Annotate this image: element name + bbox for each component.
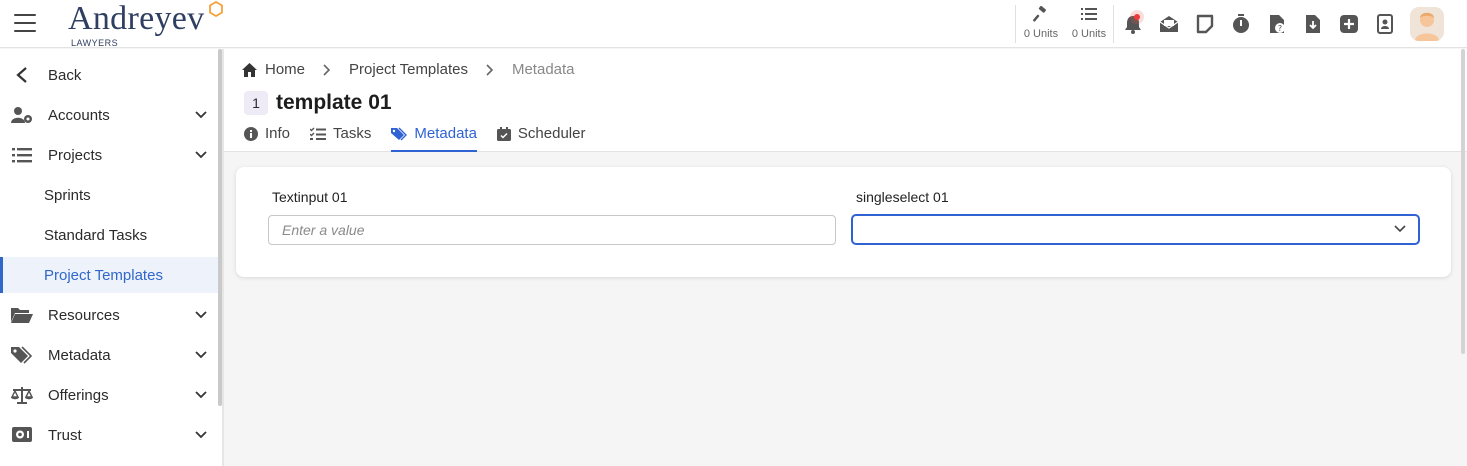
sidebar-item-accounts[interactable]: Accounts [0, 97, 218, 133]
units-gavel[interactable]: 0 Units [1018, 6, 1064, 40]
plus-square-icon[interactable] [1338, 13, 1360, 35]
chevron-down-icon[interactable] [194, 108, 208, 122]
sidebar: Back Accounts Projects Sprints Standard … [0, 49, 222, 466]
sidebar-item-projects[interactable]: Projects [0, 137, 218, 173]
units-label: 0 Units [1023, 28, 1059, 40]
file-question-icon[interactable]: ? [1266, 13, 1288, 35]
breadcrumb: Home Project Templates Metadata [242, 61, 575, 78]
chevron-down-icon[interactable] [194, 148, 208, 162]
chevron-left-icon [11, 64, 33, 86]
sticky-note-icon[interactable] [1194, 13, 1216, 35]
chevron-down-icon[interactable] [194, 308, 208, 322]
sidebar-item-label: Trust [48, 426, 82, 444]
singleselect-01-dropdown[interactable] [851, 214, 1420, 245]
tab-label: Metadata [414, 125, 477, 142]
units-label: 0 Units [1071, 28, 1107, 40]
tags-icon [391, 127, 408, 141]
calendar-check-icon [496, 127, 511, 141]
user-avatar[interactable] [1410, 7, 1444, 41]
hamburger-menu-icon[interactable] [14, 14, 36, 32]
tab-label: Tasks [333, 125, 372, 142]
sidebar-item-label: Sprints [44, 186, 91, 204]
sidebar-item-project-templates[interactable]: Project Templates [0, 257, 218, 293]
list-icon [11, 144, 33, 166]
top-bar: Andreyev LAWYERS 0 Units 0 Units ? [0, 0, 1467, 48]
home-icon[interactable] [242, 62, 257, 77]
brand-tagline: LAWYERS [71, 38, 119, 48]
user-gear-icon [11, 104, 33, 126]
sidebar-item-trust[interactable]: Trust [0, 417, 218, 453]
chevron-down-icon[interactable] [194, 388, 208, 402]
main-scrollbar[interactable] [1461, 49, 1465, 354]
page-title: template 01 [276, 91, 392, 114]
tab-bar: Info Tasks Metadata Scheduler [244, 125, 605, 152]
units-list[interactable]: 0 Units [1066, 6, 1112, 40]
sidebar-item-label: Standard Tasks [44, 226, 148, 244]
sidebar-item-label: Resources [48, 306, 120, 324]
sidebar-item-label: Metadata [48, 346, 111, 364]
sidebar-item-resources[interactable]: Resources [0, 297, 218, 333]
page-title-row: 1 template 01 [244, 91, 392, 115]
task-list-icon [310, 127, 327, 140]
chevron-right-icon [323, 63, 331, 76]
scale-icon [11, 384, 33, 406]
divider [1113, 5, 1114, 43]
file-download-icon[interactable] [1302, 13, 1324, 35]
sidebar-item-sprints[interactable]: Sprints [0, 177, 218, 213]
template-id-badge: 1 [244, 91, 268, 115]
tab-metadata[interactable]: Metadata [391, 125, 477, 152]
chevron-down-icon[interactable] [194, 348, 208, 362]
gavel-icon [1033, 6, 1046, 22]
divider [1015, 5, 1016, 43]
tags-icon [11, 344, 33, 366]
tab-label: Scheduler [517, 125, 586, 142]
sidebar-item-label: Accounts [48, 106, 110, 124]
page-header: Home Project Templates Metadata 1 templa… [224, 49, 1467, 152]
brand-logo[interactable]: Andreyev LAWYERS [68, 0, 223, 48]
mail-open-icon[interactable] [1158, 13, 1180, 35]
svg-text:?: ? [1278, 24, 1282, 33]
info-circle-icon [244, 127, 258, 141]
breadcrumb-home[interactable]: Home [265, 61, 305, 78]
vault-icon [11, 424, 33, 446]
tab-tasks[interactable]: Tasks [310, 125, 371, 152]
folder-open-icon [11, 304, 33, 326]
bell-icon[interactable] [1122, 10, 1144, 35]
textinput-01-field[interactable] [268, 215, 836, 245]
sidebar-item-label: Offerings [48, 386, 109, 404]
logo-hexagon-icon [209, 1, 223, 17]
tab-scheduler[interactable]: Scheduler [496, 125, 586, 152]
textinput-label: Textinput 01 [272, 189, 348, 205]
chevron-right-icon [486, 63, 494, 76]
tab-label: Info [265, 125, 291, 142]
metadata-form-card: Textinput 01 singleselect 01 [236, 167, 1451, 277]
sidebar-item-standard-tasks[interactable]: Standard Tasks [0, 217, 218, 253]
chevron-down-icon[interactable] [194, 428, 208, 442]
sidebar-item-metadata[interactable]: Metadata [0, 337, 218, 373]
stopwatch-icon[interactable] [1230, 13, 1252, 35]
brand-name: Andreyev [68, 0, 205, 37]
sidebar-item-back[interactable]: Back [0, 57, 218, 93]
sidebar-item-offerings[interactable]: Offerings [0, 377, 218, 413]
singleselect-label: singleselect 01 [856, 189, 949, 205]
sidebar-item-label: Project Templates [44, 266, 163, 284]
sidebar-item-label: Projects [48, 146, 103, 164]
sidebar-item-label: Back [48, 66, 82, 84]
chevron-down-icon [1394, 225, 1406, 233]
list-icon [1081, 8, 1097, 20]
breadcrumb-project-templates[interactable]: Project Templates [349, 61, 468, 78]
breadcrumb-current: Metadata [511, 61, 575, 78]
tab-info[interactable]: Info [244, 125, 290, 152]
notification-dot [1130, 10, 1144, 24]
contact-card-icon[interactable] [1374, 13, 1396, 35]
